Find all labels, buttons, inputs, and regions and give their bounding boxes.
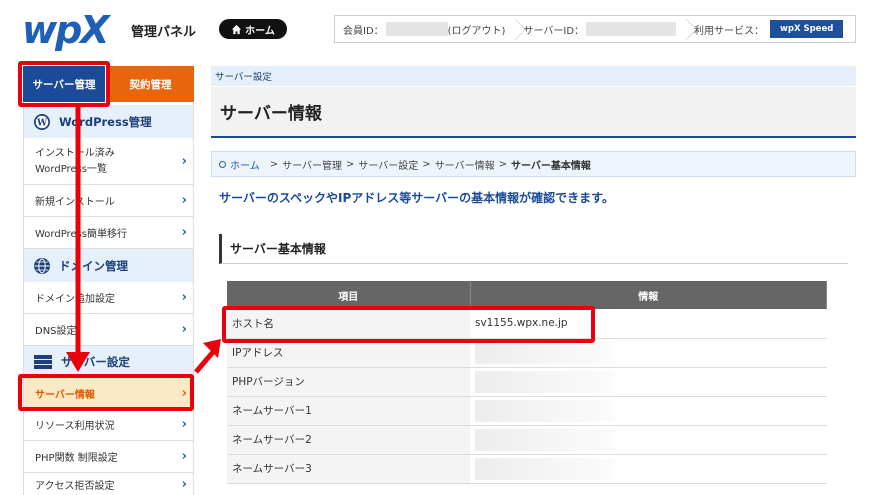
member-id-value-redacted — [385, 22, 448, 36]
column-header-info: 情報 — [470, 281, 827, 309]
breadcrumb-current: サーバー基本情報 — [510, 160, 591, 172]
tab-contract-management[interactable]: 契約管理 — [107, 66, 194, 102]
row-key: ネームサーバー1 — [227, 396, 470, 426]
sidebar-section-title: サーバー設定 — [61, 354, 130, 369]
sidebar-section-title: WordPress管理 — [59, 114, 152, 129]
wpx-logo[interactable]: wpX — [22, 8, 110, 52]
sidebar-item-dns[interactable]: DNS設定 › — [24, 314, 193, 346]
row-key: ネームサーバー2 — [227, 425, 470, 455]
sidebar-section-server: サーバー設定 — [24, 346, 193, 377]
service-button[interactable]: wpX Speed — [770, 20, 844, 38]
sidebar-item-resource-usage[interactable]: リソース利用状況 › — [24, 409, 193, 441]
sidebar-item-easy-migration[interactable]: WordPress簡単移行 › — [24, 217, 193, 249]
panel-title: 管理パネル — [131, 25, 197, 40]
breadcrumb-item[interactable]: サーバー設定 — [358, 157, 418, 172]
sidebar-section-domain: ドメイン管理 — [24, 249, 193, 282]
segment-separator — [676, 16, 686, 42]
sidebar-item-label: DNS設定 — [35, 326, 77, 337]
row-key: PHPバージョン — [227, 367, 470, 397]
row-value-redacted — [470, 396, 827, 426]
server-id-value-redacted — [586, 22, 677, 36]
breadcrumb-separator: > — [422, 158, 431, 170]
server-id-segment: サーバーID： — [515, 16, 677, 42]
row-value-redacted — [470, 367, 827, 397]
sidebar-item-label: アクセス拒否設定 — [35, 480, 115, 492]
breadcrumb-separator: > — [346, 158, 355, 170]
chevron-right-icon: › — [181, 290, 187, 305]
annotation-highlight-server-info — [18, 374, 194, 411]
sidebar-item-label: PHP関数 制限設定 — [35, 453, 118, 464]
segment-separator — [505, 16, 515, 42]
sidebar-item-installed-wordpress[interactable]: インストール済み WordPress一覧 › — [24, 139, 193, 185]
member-id-segment: 会員ID： (ログアウト) — [335, 16, 505, 42]
sidebar-item-access-deny[interactable]: アクセス拒否設定 › — [24, 473, 193, 495]
page-description: サーバーのスペックやIPアドレス等サーバーの基本情報が確認できます。 — [219, 191, 614, 205]
breadcrumb-item[interactable]: サーバー情報 — [435, 157, 495, 172]
sidebar-item-label: WordPress一覧 — [35, 163, 108, 175]
breadcrumb-home[interactable]: ホーム — [230, 157, 260, 172]
annotation-arrowhead-diagonal — [203, 339, 221, 358]
chevron-right-icon: › — [181, 476, 187, 492]
service-segment: 利用サービス： wpX Speed — [686, 16, 844, 42]
wordpress-icon: W — [34, 113, 50, 130]
home-icon — [232, 24, 242, 34]
chevron-right-icon: › — [181, 322, 187, 337]
sidebar-section-title: ドメイン管理 — [59, 258, 128, 273]
table-row: ネームサーバー3 — [227, 454, 827, 484]
table-row: PHPバージョン — [227, 367, 827, 397]
chevron-right-icon: › — [181, 449, 187, 464]
service-label: 利用サービス： — [694, 25, 765, 37]
sidebar-item-new-install[interactable]: 新規インストール › — [24, 185, 193, 217]
sidebar: W WordPress管理 インストール済み WordPress一覧 › 新規イ… — [23, 102, 194, 495]
chevron-right-icon: › — [181, 193, 187, 208]
breadcrumb-bullet-icon — [219, 160, 226, 168]
row-key: ネームサーバー3 — [227, 454, 470, 484]
row-value-redacted — [470, 425, 827, 455]
column-header-item: 項目 — [227, 281, 471, 309]
server-id-label: サーバーID： — [523, 25, 585, 37]
breadcrumb: ホーム > サーバー管理 > サーバー設定 > サーバー情報 > サーバー基本情… — [211, 151, 856, 177]
member-id-label: 会員ID： — [343, 25, 384, 37]
chevron-right-icon: › — [181, 225, 187, 240]
home-button[interactable]: ホーム — [219, 19, 287, 39]
globe-icon — [34, 257, 50, 274]
page-title: サーバー情報 — [211, 87, 856, 138]
table-header-row: 項目 情報 — [227, 281, 827, 309]
annotation-highlight-server-tab — [18, 61, 110, 107]
account-info-bar: 会員ID： (ログアウト) サーバーID： 利用サービス： wpX Speed — [334, 15, 856, 43]
sidebar-item-domain-add[interactable]: ドメイン追加設定 › — [24, 282, 193, 314]
home-button-label: ホーム — [245, 25, 275, 37]
row-value-redacted — [470, 454, 827, 484]
sidebar-item-label: 新規インストール — [35, 197, 115, 208]
chevron-right-icon: › — [181, 154, 187, 169]
section-crumb: サーバー設定 — [211, 66, 856, 86]
annotation-highlight-hostname — [222, 306, 595, 343]
table-row: ネームサーバー1 — [227, 396, 827, 426]
sidebar-item-label: インストール済み — [35, 147, 115, 159]
server-icon — [34, 354, 52, 369]
breadcrumb-separator: > — [269, 158, 279, 170]
sidebar-item-label: ドメイン追加設定 — [35, 294, 115, 305]
sidebar-item-label: WordPress簡単移行 — [35, 229, 128, 240]
sidebar-section-wordpress: W WordPress管理 — [24, 105, 193, 138]
table-row: ネームサーバー2 — [227, 425, 827, 455]
chevron-right-icon: › — [181, 417, 187, 432]
sidebar-item-php-function-limit[interactable]: PHP関数 制限設定 › — [24, 441, 193, 473]
svg-text:W: W — [36, 118, 48, 128]
section-heading: サーバー基本情報 — [219, 234, 848, 264]
breadcrumb-separator: > — [498, 158, 507, 170]
sidebar-item-label: リソース利用状況 — [35, 421, 115, 432]
annotation-arrow-diagonal — [194, 350, 215, 374]
logout-link[interactable]: (ログアウト) — [448, 22, 506, 37]
breadcrumb-item[interactable]: サーバー管理 — [282, 157, 342, 172]
